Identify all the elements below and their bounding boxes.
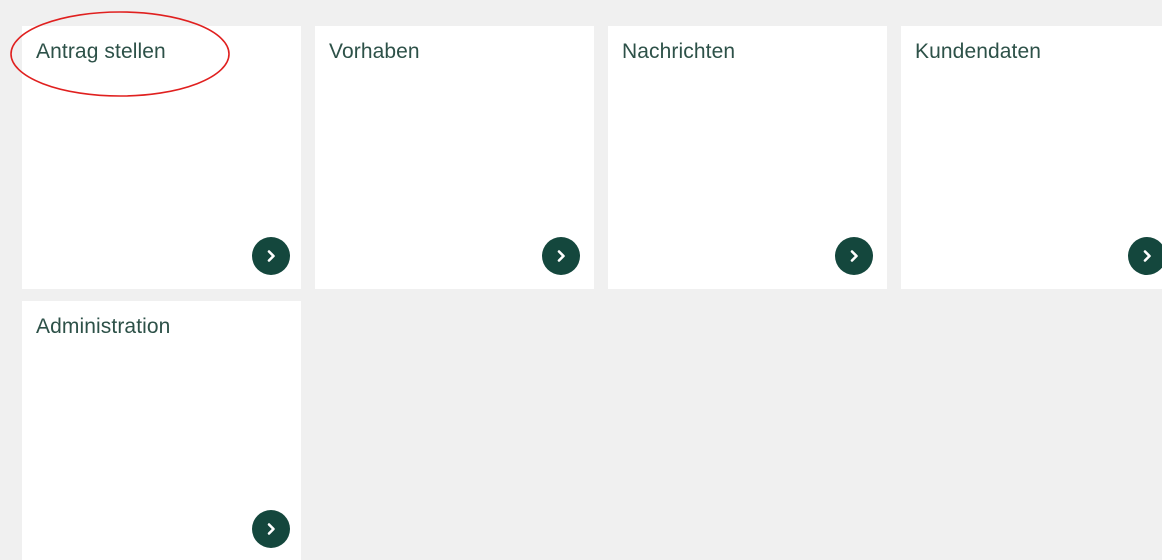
tile-kundendaten[interactable]: Kundendaten [901,26,1162,289]
chevron-right-icon[interactable] [252,237,290,275]
tile-title: Vorhaben [329,40,420,63]
tile-administration[interactable]: Administration [22,301,301,560]
chevron-right-icon[interactable] [252,510,290,548]
chevron-right-icon[interactable] [835,237,873,275]
dashboard-tiles: Antrag stellen Vorhaben Nachrichten Kund… [0,0,1162,560]
tile-title: Antrag stellen [36,40,166,63]
tile-nachrichten[interactable]: Nachrichten [608,26,887,289]
tile-vorhaben[interactable]: Vorhaben [315,26,594,289]
tile-antrag-stellen[interactable]: Antrag stellen [22,26,301,289]
chevron-right-icon[interactable] [1128,237,1162,275]
tile-title: Administration [36,315,171,338]
tile-title: Nachrichten [622,40,736,63]
chevron-right-icon[interactable] [542,237,580,275]
tile-title: Kundendaten [915,40,1042,63]
